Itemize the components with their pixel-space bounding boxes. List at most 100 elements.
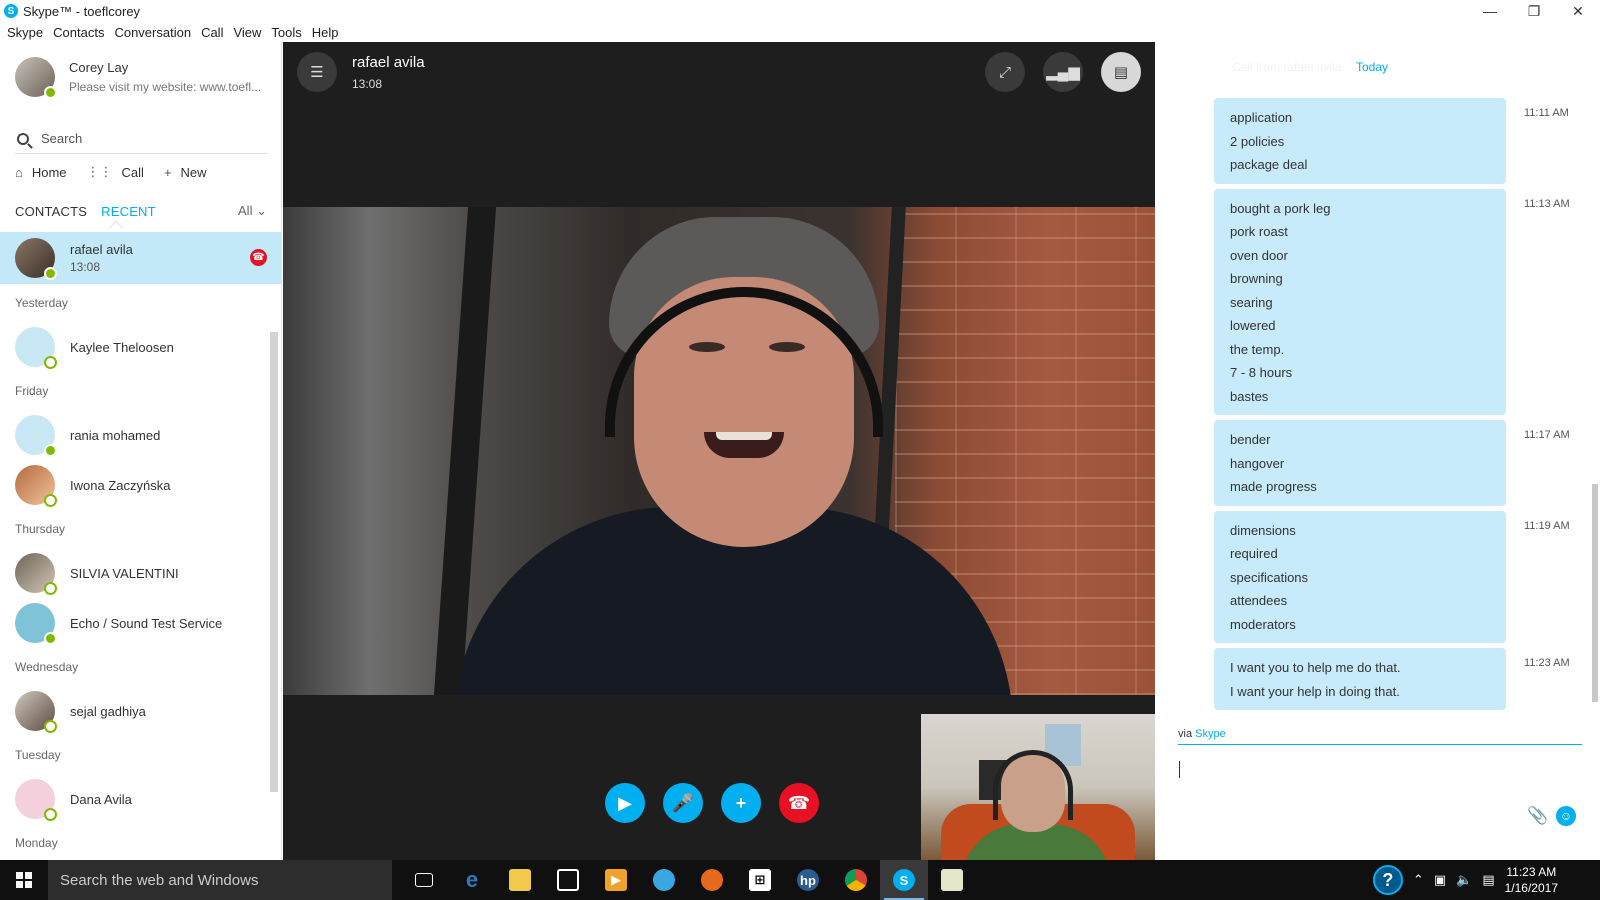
spreadsheet-button[interactable] bbox=[928, 860, 976, 900]
list-item[interactable]: rafael avila 13:08 ☎ bbox=[0, 232, 281, 284]
via-service-selector[interactable]: Skype bbox=[1195, 728, 1226, 740]
taskbar-clock[interactable]: 11:23 AM 1/16/2017 bbox=[1505, 864, 1558, 896]
calculator-icon: ⊞ bbox=[749, 869, 771, 891]
message-list: application 2 policies package deal 11:1… bbox=[1214, 98, 1590, 715]
task-view-button[interactable] bbox=[400, 860, 448, 900]
sidebar-scrollbar[interactable] bbox=[270, 332, 278, 792]
person-head bbox=[605, 217, 883, 547]
message-line: I want your help in doing that. bbox=[1230, 683, 1400, 699]
minimize-button[interactable]: — bbox=[1468, 0, 1512, 22]
taskbar: Search the web and Windows e ▶ ⊞ hp S ? … bbox=[0, 860, 1600, 900]
globe-icon bbox=[653, 869, 675, 891]
headset-avatar-icon bbox=[15, 603, 57, 645]
plus-icon: + bbox=[163, 164, 172, 180]
file-explorer-button[interactable] bbox=[496, 860, 544, 900]
taskbar-apps: e ▶ ⊞ hp S bbox=[400, 860, 976, 900]
avatar[interactable] bbox=[15, 57, 57, 99]
store-button[interactable] bbox=[544, 860, 592, 900]
notifications-icon[interactable]: ▤ bbox=[1482, 872, 1494, 888]
menu-contacts[interactable]: Contacts bbox=[53, 25, 104, 40]
emoticon-icon[interactable]: ☺ bbox=[1556, 806, 1576, 826]
start-button[interactable] bbox=[0, 860, 48, 900]
volume-icon[interactable]: 🔈 bbox=[1456, 872, 1472, 888]
home-button[interactable]: ⌂ Home bbox=[15, 165, 67, 180]
message-input[interactable] bbox=[1178, 754, 1582, 814]
list-item[interactable]: SILVIA VALENTINI bbox=[0, 548, 281, 598]
call-button[interactable]: ⋮⋮ Call bbox=[87, 164, 144, 180]
mute-button[interactable]: 🎤 bbox=[663, 783, 703, 823]
firefox-button[interactable] bbox=[688, 860, 736, 900]
contact-name: Dana Avila bbox=[70, 791, 132, 807]
show-chat-button[interactable]: ▤ bbox=[1101, 52, 1141, 92]
hp-icon: hp bbox=[797, 869, 819, 891]
attach-file-icon[interactable]: 📎 bbox=[1527, 806, 1548, 826]
calculator-button[interactable]: ⊞ bbox=[736, 860, 784, 900]
hp-button[interactable]: hp bbox=[784, 860, 832, 900]
plus-icon: + bbox=[735, 792, 747, 813]
text-cursor bbox=[1179, 761, 1180, 778]
list-item[interactable]: Iwona Zaczyńska bbox=[0, 460, 281, 510]
taskbar-search[interactable]: Search the web and Windows bbox=[48, 860, 392, 900]
offline-status-icon bbox=[44, 808, 57, 821]
contact-name: Kaylee Theloosen bbox=[70, 339, 174, 355]
maximize-button[interactable]: ❐ bbox=[1512, 0, 1556, 22]
store-icon bbox=[557, 869, 579, 891]
chevron-up-icon[interactable]: ⌃ bbox=[1413, 872, 1424, 888]
fullscreen-button[interactable]: ⤢ bbox=[985, 52, 1025, 92]
add-button[interactable]: + bbox=[721, 783, 761, 823]
list-item[interactable]: Dana Avila bbox=[0, 774, 281, 824]
contact-name: rania mohamed bbox=[70, 427, 161, 443]
folder-icon bbox=[509, 869, 531, 891]
network-icon[interactable]: ▣ bbox=[1434, 872, 1446, 888]
close-button[interactable]: ✕ bbox=[1556, 0, 1600, 22]
profile-mood[interactable]: Please visit my website: www.toefl... bbox=[69, 80, 261, 94]
contact-name: rafael avila bbox=[70, 242, 133, 257]
home-label: Home bbox=[31, 164, 67, 180]
menu-bar: Skype Contacts Conversation Call View To… bbox=[0, 22, 1600, 42]
end-call-icon[interactable]: ☎ bbox=[250, 249, 267, 266]
globe-app-button[interactable] bbox=[640, 860, 688, 900]
list-item[interactable]: Echo / Sound Test Service bbox=[0, 598, 281, 648]
chat-scrollbar[interactable] bbox=[1592, 484, 1598, 702]
message-bubble[interactable]: bought a pork leg pork roast oven door b… bbox=[1214, 188, 1570, 415]
message-line: I want you to help me do that. bbox=[1230, 660, 1401, 675]
call-quality-button[interactable]: ▂▄▆ bbox=[1043, 52, 1083, 92]
chrome-button[interactable] bbox=[832, 860, 880, 900]
firefox-icon bbox=[701, 869, 723, 891]
video-toggle-button[interactable]: ▶ bbox=[605, 783, 645, 823]
title-bar: S Skype™ - toeflcorey — ❐ ✕ bbox=[0, 0, 1600, 22]
menu-view[interactable]: View bbox=[233, 25, 261, 40]
message-time: 11:17 AM bbox=[1524, 429, 1570, 441]
menu-call[interactable]: Call bbox=[201, 25, 223, 40]
menu-tools[interactable]: Tools bbox=[271, 25, 301, 40]
edge-button[interactable]: e bbox=[448, 860, 496, 900]
message-line: package deal bbox=[1230, 157, 1308, 172]
list-item[interactable]: Kaylee Theloosen bbox=[0, 322, 281, 372]
day-separator: Today bbox=[1356, 60, 1389, 74]
message-bubble[interactable]: application 2 policies package deal 11:1… bbox=[1214, 98, 1569, 184]
help-icon[interactable]: ? bbox=[1372, 865, 1403, 895]
new-button[interactable]: + New bbox=[164, 165, 207, 180]
message-bubble[interactable]: dimensions required specifications atten… bbox=[1214, 510, 1570, 643]
message-line: bastes bbox=[1230, 388, 1269, 404]
skype-taskbar-button[interactable]: S bbox=[880, 860, 928, 900]
avatar bbox=[15, 238, 57, 280]
list-item[interactable]: rania mohamed bbox=[0, 410, 281, 460]
menu-help[interactable]: Help bbox=[312, 25, 339, 40]
filter-dropdown[interactable]: All ⌄ bbox=[238, 203, 267, 219]
menu-skype[interactable]: Skype bbox=[7, 25, 43, 40]
self-video-preview[interactable] bbox=[921, 714, 1155, 860]
search-box[interactable] bbox=[15, 124, 267, 154]
media-player-button[interactable]: ▶ bbox=[592, 860, 640, 900]
participants-list-button[interactable]: ☰ bbox=[297, 52, 337, 92]
tab-contacts[interactable]: CONTACTS bbox=[15, 204, 87, 219]
menu-conversation[interactable]: Conversation bbox=[114, 25, 191, 40]
message-line: oven door bbox=[1230, 247, 1288, 263]
message-bubble[interactable]: I want you to help me do that. I want yo… bbox=[1214, 648, 1570, 710]
profile[interactable]: Corey Lay Please visit my website: www.t… bbox=[15, 57, 261, 99]
tab-recent[interactable]: RECENT bbox=[101, 204, 156, 219]
message-bubble[interactable]: bender hangover made progress 11:17 AM bbox=[1214, 420, 1570, 506]
search-input[interactable] bbox=[41, 131, 241, 146]
list-item[interactable]: sejal gadhiya bbox=[0, 686, 281, 736]
hang-up-button[interactable]: ☎ bbox=[779, 783, 819, 823]
